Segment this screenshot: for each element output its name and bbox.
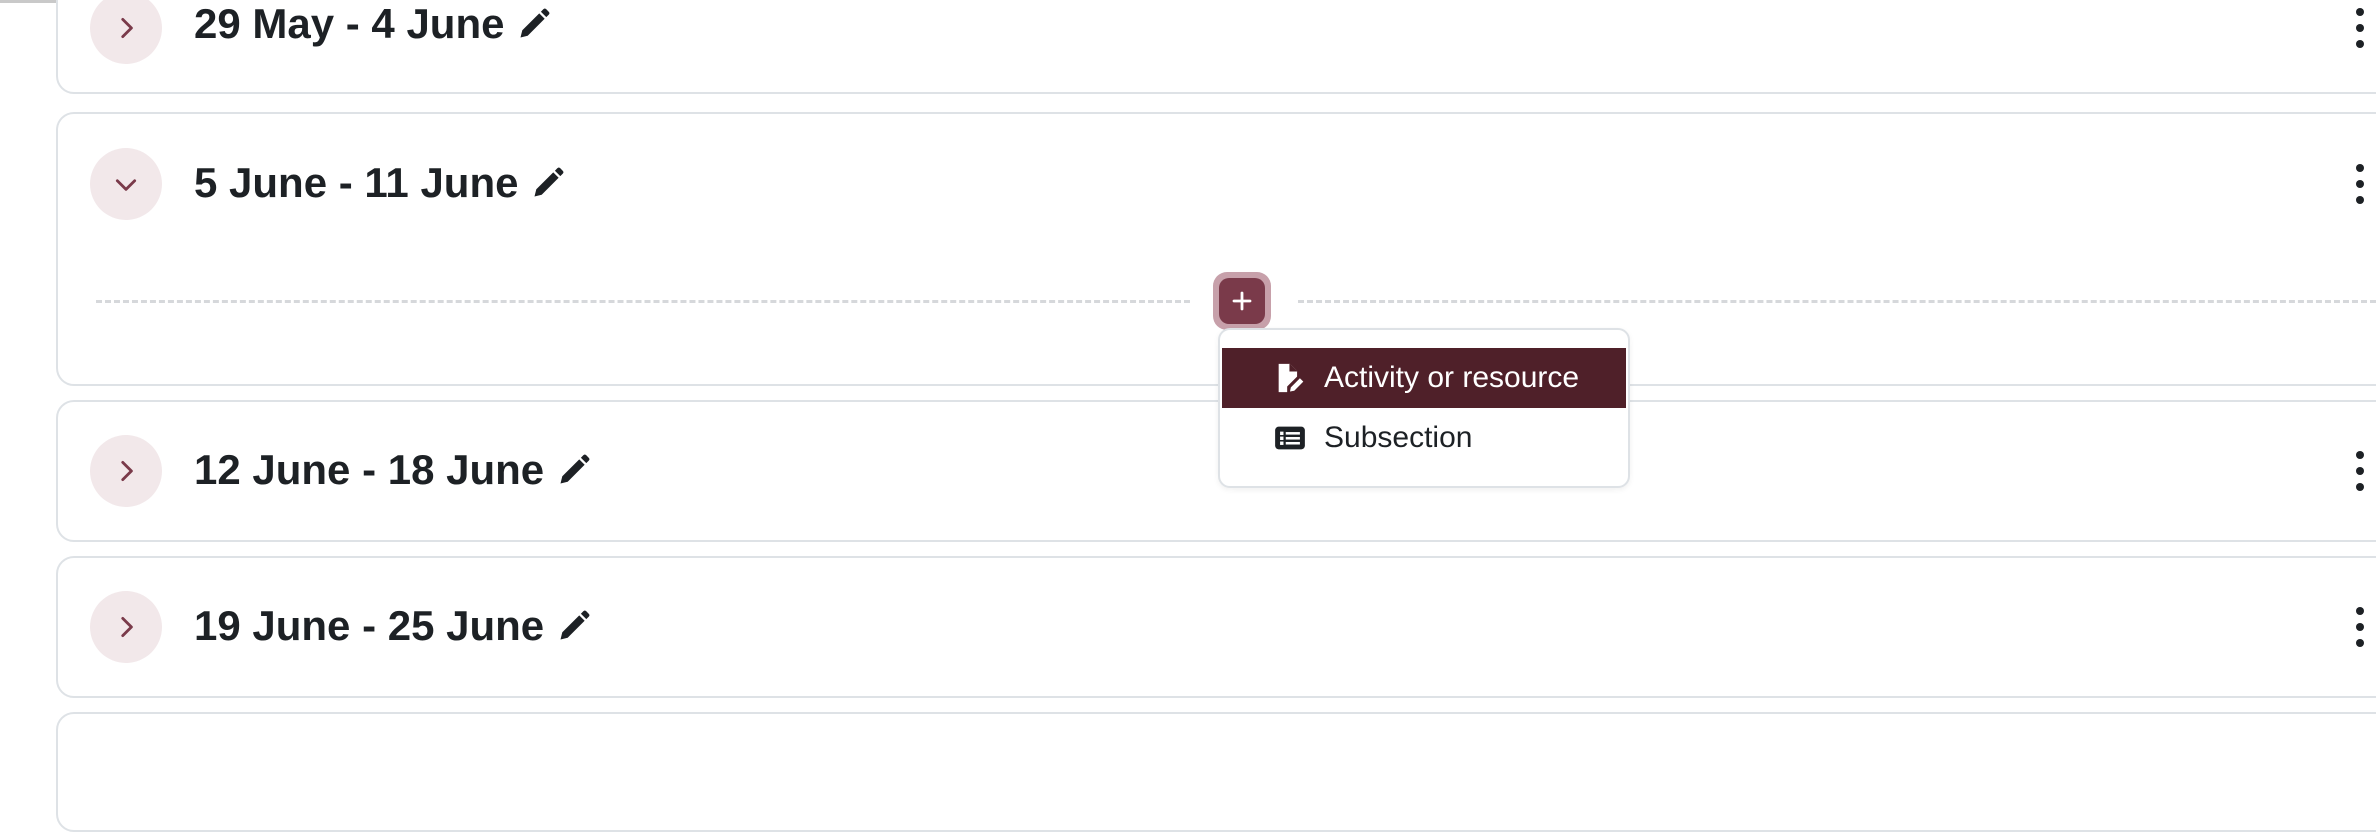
chevron-right-icon — [121, 460, 133, 482]
add-content-dropdown: Activity or resource Subsection — [1218, 328, 1630, 488]
add-content-divider-right — [1298, 300, 2376, 303]
section-expand-toggle[interactable] — [90, 591, 162, 663]
pencil-icon[interactable] — [530, 165, 566, 201]
menu-item-label: Activity or resource — [1324, 361, 1580, 394]
file-pen-icon — [1272, 360, 1308, 396]
pencil-icon[interactable] — [516, 6, 552, 42]
section-expand-toggle[interactable] — [90, 0, 162, 64]
menu-item-subsection[interactable]: Subsection — [1222, 408, 1626, 468]
section-collapse-toggle[interactable] — [90, 148, 162, 220]
section-title-text: 5 June - 11 June — [194, 159, 519, 206]
section-title[interactable]: 19 June - 25 June — [194, 602, 592, 650]
section-actions-kebab[interactable] — [2354, 164, 2366, 204]
menu-item-label: Subsection — [1324, 421, 1473, 454]
course-section-expanded: 5 June - 11 June — [56, 112, 2376, 386]
pencil-icon[interactable] — [556, 608, 592, 644]
pencil-icon[interactable] — [556, 452, 592, 488]
section-title-text: 12 June - 18 June — [194, 446, 545, 493]
course-section: 12 June - 18 June — [56, 400, 2376, 542]
section-title[interactable]: 12 June - 18 June — [194, 446, 592, 494]
chevron-right-icon — [121, 17, 133, 39]
course-section: 19 June - 25 June — [56, 556, 2376, 698]
list-icon — [1272, 420, 1308, 456]
section-title[interactable]: 29 May - 4 June — [194, 0, 552, 48]
section-actions-kebab[interactable] — [2354, 8, 2366, 48]
section-title-text: 29 May - 4 June — [194, 0, 505, 47]
chevron-right-icon — [121, 616, 133, 638]
add-content-button[interactable] — [1213, 272, 1271, 330]
plus-icon — [1232, 291, 1252, 311]
section-title[interactable]: 5 June - 11 June — [194, 159, 566, 207]
section-actions-kebab[interactable] — [2354, 451, 2366, 491]
add-content-divider-left — [96, 300, 1190, 303]
section-expand-toggle[interactable] — [90, 435, 162, 507]
course-section: 29 May - 4 June — [56, 0, 2376, 94]
menu-item-activity-or-resource[interactable]: Activity or resource — [1222, 348, 1626, 408]
course-section — [56, 712, 2376, 832]
section-actions-kebab[interactable] — [2354, 607, 2366, 647]
chevron-down-icon — [115, 179, 137, 191]
section-title-text: 19 June - 25 June — [194, 602, 545, 649]
